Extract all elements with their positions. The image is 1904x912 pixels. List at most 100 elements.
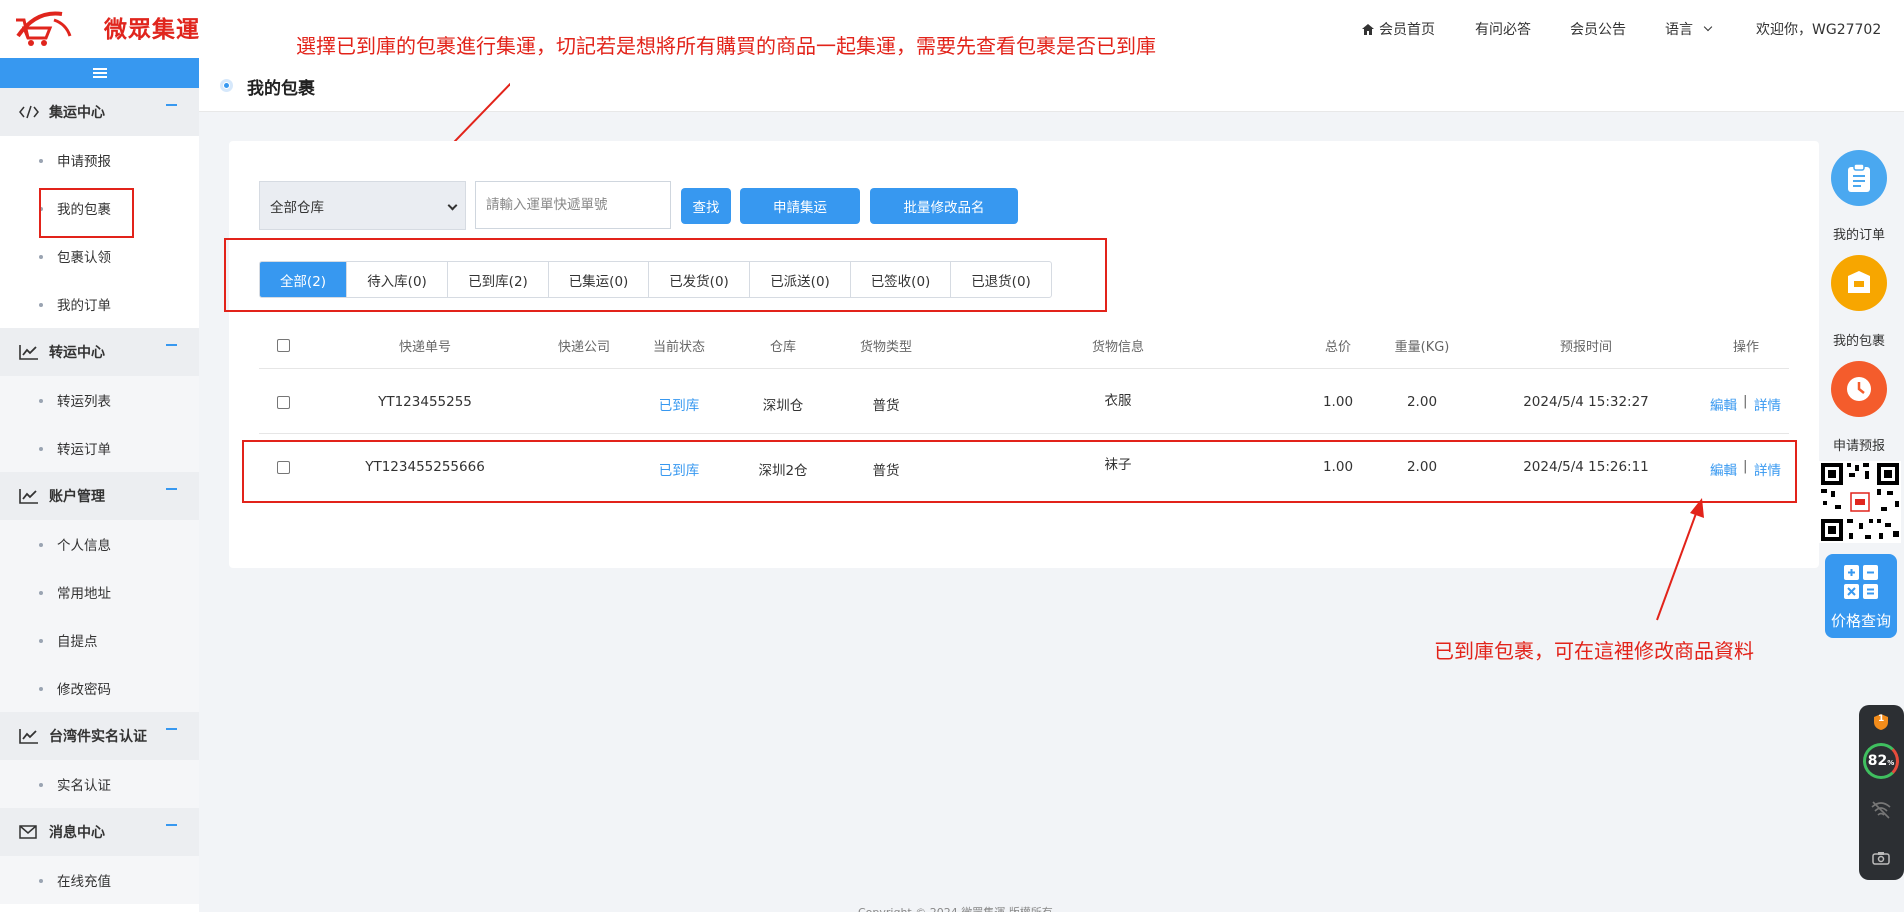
monitor-badge-count: 1 xyxy=(1878,714,1885,724)
sidebar-item-pickup-points[interactable]: 自提点 xyxy=(0,616,199,664)
nav-notice-link[interactable]: 会员公告 xyxy=(1570,18,1626,40)
chevron-down-icon xyxy=(1703,22,1713,32)
sidebar-group-messages[interactable]: 消息中心 xyxy=(0,808,199,856)
chart-line-icon xyxy=(19,344,41,360)
edit-link[interactable]: 編輯 xyxy=(1710,394,1737,414)
top-header: 微眾集運 選擇已到庫的包裹進行集運，切記若是想將所有購買的商品一起集運，需要先查… xyxy=(0,0,1904,58)
col-cargo-type: 货物类型 xyxy=(859,340,913,355)
package-icon xyxy=(1848,271,1870,293)
nav-faq-link[interactable]: 有问必答 xyxy=(1475,18,1531,40)
language-dropdown[interactable]: 语言 xyxy=(1665,18,1713,40)
language-label: 语言 xyxy=(1665,22,1693,38)
my-orders-fab[interactable] xyxy=(1831,150,1887,206)
row-tracking: YT123455255 xyxy=(378,394,472,410)
sidebar-group-label: 消息中心 xyxy=(49,825,105,841)
page-title: 我的包裹 xyxy=(247,79,315,99)
collapse-icon[interactable] xyxy=(166,824,177,826)
performance-monitor-widget[interactable]: 1 82% xyxy=(1859,705,1904,880)
row-time: 2024/5/4 15:32:27 xyxy=(1523,394,1649,410)
nav-home-link[interactable]: 会员首页 xyxy=(1362,18,1435,40)
col-tracking: 快递单号 xyxy=(398,340,452,355)
forecast-label: 申请预报 xyxy=(1832,439,1885,454)
sidebar-group-label: 集运中心 xyxy=(49,105,105,121)
price-query-button[interactable]: 价格查询 xyxy=(1825,554,1897,638)
chart-line-icon xyxy=(19,488,41,504)
sidebar-item-my-orders[interactable]: 我的订单 xyxy=(0,280,199,328)
sidebar-item-profile[interactable]: 个人信息 xyxy=(0,520,199,568)
annotation-arrow-bottom xyxy=(1656,498,1704,621)
sidebar-item-transship-orders[interactable]: 转运订单 xyxy=(0,424,199,472)
row-total: 1.00 xyxy=(1322,394,1354,410)
qr-code xyxy=(1819,461,1901,543)
logo[interactable]: 微眾集運 xyxy=(14,6,200,48)
footer-copyright: Copyright © 2024 微眾集運 版權所有 xyxy=(858,904,1053,912)
header-divider xyxy=(259,368,1789,369)
col-weight: 重量(KG) xyxy=(1394,340,1450,355)
row-cargo-info: 衣服 xyxy=(1104,393,1132,409)
cpu-usage-readout: 82% xyxy=(1863,751,1899,773)
welcome-user[interactable]: 欢迎你，WG27702 xyxy=(1756,18,1881,40)
row-weight: 2.00 xyxy=(1406,394,1438,410)
cpu-usage-unit: % xyxy=(1887,759,1895,767)
calculator-icon xyxy=(1844,565,1878,599)
sidebar-item-change-password[interactable]: 修改密码 xyxy=(0,664,199,712)
menu-icon xyxy=(92,68,107,78)
cart-logo-icon xyxy=(14,6,80,48)
sidebar-toggle-button[interactable] xyxy=(0,58,199,88)
search-button[interactable]: 查找 xyxy=(681,188,731,224)
my-packages-fab[interactable] xyxy=(1831,255,1887,311)
camera-icon xyxy=(1872,852,1890,865)
sidebar-group-taiwan-verify[interactable]: 台湾件实名认证 xyxy=(0,712,199,760)
annotation-top: 選擇已到庫的包裹進行集運，切記若是想將所有購買的商品一起集運，需要先查看包裹是否… xyxy=(296,34,1156,58)
apply-consolidation-button[interactable]: 申請集运 xyxy=(740,188,860,224)
sidebar-item-package-claim[interactable]: 包裹认领 xyxy=(0,232,199,280)
warehouse-select[interactable]: 全部仓库 xyxy=(259,181,466,230)
col-warehouse: 仓库 xyxy=(769,340,797,355)
batch-rename-button[interactable]: 批量修改品名 xyxy=(870,188,1018,224)
col-forecast-time: 预报时间 xyxy=(1559,340,1613,355)
sidebar-group-consolidation[interactable]: 集运中心 xyxy=(0,88,199,136)
row-status: 已到库 xyxy=(658,398,700,414)
sidebar-group-label: 台湾件实名认证 xyxy=(49,729,147,745)
clipboard-icon xyxy=(1848,163,1870,192)
my-orders-label: 我的订单 xyxy=(1832,228,1885,243)
sidebar-group-transship[interactable]: 转运中心 xyxy=(0,328,199,376)
code-icon xyxy=(19,105,41,119)
action-separator: | xyxy=(1743,393,1748,409)
sidebar: 集运中心 申请预报 我的包裹 包裹认领 我的订单 转运中心 转运列表 转运订单 … xyxy=(0,58,199,912)
forecast-fab[interactable] xyxy=(1831,361,1887,417)
sidebar-item-addresses[interactable]: 常用地址 xyxy=(0,568,199,616)
sidebar-group-account[interactable]: 账户管理 xyxy=(0,472,199,520)
collapse-icon[interactable] xyxy=(166,488,177,490)
highlight-sidebar-my-packages xyxy=(39,188,134,238)
tracking-search-input[interactable] xyxy=(475,181,671,229)
home-icon xyxy=(1362,23,1374,35)
sidebar-group-label: 转运中心 xyxy=(49,345,105,361)
logo-text: 微眾集運 xyxy=(104,17,200,43)
chart-line-icon xyxy=(19,728,41,744)
collapse-icon[interactable] xyxy=(166,344,177,346)
col-cargo-info: 货物信息 xyxy=(1091,340,1145,355)
annotation-bottom: 已到庫包裹，可在這裡修改商品資料 xyxy=(1434,639,1754,663)
my-packages-label: 我的包裹 xyxy=(1832,334,1885,349)
detail-link[interactable]: 詳情 xyxy=(1754,394,1781,414)
collapse-icon[interactable] xyxy=(166,728,177,730)
title-dot-icon xyxy=(220,79,233,92)
collapse-icon[interactable] xyxy=(166,104,177,106)
row-checkbox[interactable] xyxy=(277,396,290,409)
sidebar-item-real-name[interactable]: 实名认证 xyxy=(0,760,199,808)
nav-home-label: 会员首页 xyxy=(1379,22,1435,38)
col-company: 快递公司 xyxy=(557,340,611,355)
sidebar-item-forecast[interactable]: 申请预报 xyxy=(0,136,199,184)
select-all-checkbox[interactable] xyxy=(277,339,290,352)
clock-icon xyxy=(1847,377,1871,401)
sidebar-group-label: 账户管理 xyxy=(49,489,105,505)
highlight-status-tabs xyxy=(224,238,1107,312)
col-actions: 操作 xyxy=(1732,340,1760,355)
wifi-off-icon xyxy=(1871,801,1891,819)
mail-icon xyxy=(19,825,41,839)
cpu-usage-value: 82 xyxy=(1867,753,1888,769)
sidebar-item-transship-list[interactable]: 转运列表 xyxy=(0,376,199,424)
sidebar-item-recharge[interactable]: 在线充值 xyxy=(0,856,199,904)
chevron-down-icon xyxy=(447,200,458,211)
